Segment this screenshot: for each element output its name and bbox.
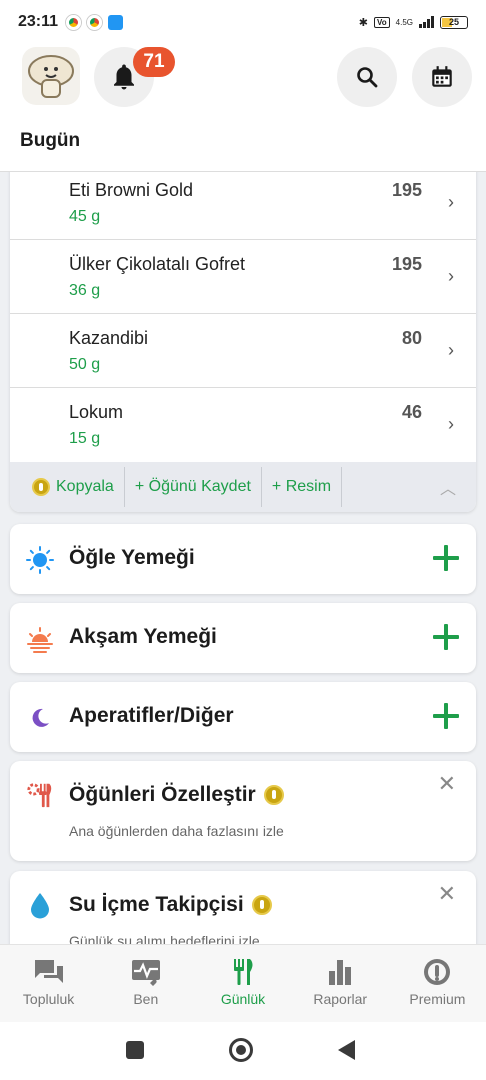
home-button[interactable] bbox=[229, 1038, 253, 1062]
chevron-up-icon[interactable]: ︿ bbox=[440, 475, 456, 499]
update-icon bbox=[108, 14, 124, 30]
food-name: Kazandibi bbox=[69, 328, 149, 348]
sun-icon bbox=[26, 546, 54, 574]
food-calories: 195 bbox=[391, 254, 422, 274]
premium-coin-icon bbox=[32, 478, 50, 496]
back-button[interactable] bbox=[338, 1040, 355, 1060]
recent-apps-button[interactable] bbox=[126, 1041, 144, 1059]
bar-chart-icon bbox=[329, 960, 352, 985]
water-tracker-card[interactable]: Su İçme Takipçisi Günlük su alımı hedefl… bbox=[10, 871, 476, 944]
add-food-button[interactable] bbox=[432, 619, 460, 655]
food-amount: 45 g bbox=[69, 208, 101, 225]
page-title: Bugün bbox=[20, 130, 81, 151]
premium-coin-icon bbox=[263, 785, 284, 805]
close-icon[interactable]: ✕ bbox=[438, 881, 456, 907]
search-button[interactable] bbox=[337, 47, 397, 107]
chat-icon bbox=[34, 960, 63, 983]
add-photo-button[interactable]: + Resim bbox=[262, 467, 343, 507]
chrome-icon bbox=[87, 14, 103, 30]
food-amount: 50 g bbox=[69, 356, 101, 373]
signal-icon bbox=[419, 16, 434, 28]
close-icon[interactable]: ✕ bbox=[438, 771, 456, 797]
nav-community[interactable]: Topluluk bbox=[0, 945, 97, 1022]
plus-icon bbox=[433, 703, 459, 729]
nav-me[interactable]: Ben bbox=[97, 945, 194, 1022]
meal-card-dinner[interactable]: Akşam Yemeği bbox=[10, 603, 476, 673]
premium-badge-icon bbox=[424, 959, 451, 985]
network-label: 4.5G bbox=[395, 17, 413, 27]
meal-card-snacks[interactable]: Aperatifler/Diğer bbox=[10, 682, 476, 752]
food-amount: 36 g bbox=[69, 282, 101, 299]
chrome-icon bbox=[66, 14, 82, 30]
nav-premium[interactable]: Premium bbox=[389, 945, 486, 1022]
promo-subtitle: Ana öğünlerden daha fazlasını izle bbox=[69, 823, 284, 839]
moon-icon bbox=[26, 704, 54, 732]
volte-icon: Vo bbox=[374, 16, 390, 28]
food-calories: 80 bbox=[401, 328, 422, 348]
chevron-right-icon: › bbox=[448, 340, 454, 360]
calendar-button[interactable] bbox=[412, 47, 472, 107]
meal-title: Akşam Yemeği bbox=[69, 625, 217, 648]
utensils-icon bbox=[234, 959, 253, 985]
heartbeat-icon bbox=[131, 960, 160, 986]
promo-title: Su İçme Takipçisi bbox=[69, 893, 272, 917]
system-navigation-bar bbox=[0, 1022, 486, 1080]
food-row[interactable]: Kazandibi 50 g 80 › bbox=[10, 314, 476, 388]
diary-content: Eti Browni Gold 45 g 195 › Ülker Çikolat… bbox=[0, 172, 486, 944]
food-name: Ülker Çikolatalı Gofret bbox=[69, 254, 246, 274]
water-drop-icon bbox=[26, 891, 54, 919]
status-indicators: ✱ Vo 4.5G 25 bbox=[358, 15, 468, 29]
food-row[interactable]: Ülker Çikolatalı Gofret 36 g 195 › bbox=[10, 240, 476, 314]
promo-subtitle: Günlük su alımı hedeflerini izle bbox=[69, 933, 260, 944]
customize-meals-card[interactable]: Öğünleri Özelleştir Ana öğünlerden daha … bbox=[10, 761, 476, 861]
food-calories: 46 bbox=[401, 402, 422, 422]
food-calories: 195 bbox=[391, 180, 422, 200]
bottom-navigation: Topluluk Ben Günlük Raporlar Premium bbox=[0, 944, 486, 1022]
copy-button[interactable]: Kopyala bbox=[22, 467, 125, 507]
calendar-icon bbox=[432, 66, 452, 87]
food-row[interactable]: Eti Browni Gold 45 g 195 › bbox=[10, 172, 476, 240]
avatar[interactable] bbox=[22, 47, 80, 105]
notification-badge: 71 bbox=[133, 47, 175, 77]
meal-card-lunch[interactable]: Öğle Yemeği bbox=[10, 524, 476, 594]
plus-icon bbox=[433, 624, 459, 650]
food-row[interactable]: Lokum 15 g 46 › bbox=[10, 388, 476, 462]
snack-food-list: Eti Browni Gold 45 g 195 › Ülker Çikolat… bbox=[10, 172, 476, 512]
chevron-right-icon: › bbox=[448, 414, 454, 434]
status-time: 23:11 bbox=[18, 13, 59, 30]
bluetooth-icon: ✱ bbox=[358, 16, 369, 29]
plus-icon bbox=[433, 545, 459, 571]
chevron-right-icon: › bbox=[448, 266, 454, 286]
food-amount: 15 g bbox=[69, 430, 101, 447]
meal-actions-bar: Kopyala + Öğünü Kaydet + Resim ︿ bbox=[10, 462, 476, 512]
meal-title: Aperatifler/Diğer bbox=[69, 704, 234, 727]
save-meal-button[interactable]: + Öğünü Kaydet bbox=[125, 467, 262, 507]
battery-icon: 25 bbox=[440, 15, 468, 29]
nav-diary[interactable]: Günlük bbox=[194, 945, 291, 1022]
status-bar: 23:11 ✱ Vo 4.5G 25 bbox=[0, 0, 486, 44]
utensils-gear-icon bbox=[26, 781, 54, 809]
search-icon bbox=[357, 67, 378, 88]
premium-coin-icon bbox=[251, 895, 272, 915]
food-name: Lokum bbox=[69, 402, 124, 422]
add-food-button[interactable] bbox=[432, 540, 460, 576]
sunset-icon bbox=[26, 625, 54, 653]
food-name: Eti Browni Gold bbox=[69, 180, 194, 200]
meal-title: Öğle Yemeği bbox=[69, 546, 195, 569]
chevron-right-icon: › bbox=[448, 192, 454, 212]
nav-reports[interactable]: Raporlar bbox=[292, 945, 389, 1022]
add-food-button[interactable] bbox=[432, 698, 460, 734]
app-header: 71 Bugün bbox=[0, 44, 486, 172]
promo-title: Öğünleri Özelleştir bbox=[69, 783, 284, 807]
